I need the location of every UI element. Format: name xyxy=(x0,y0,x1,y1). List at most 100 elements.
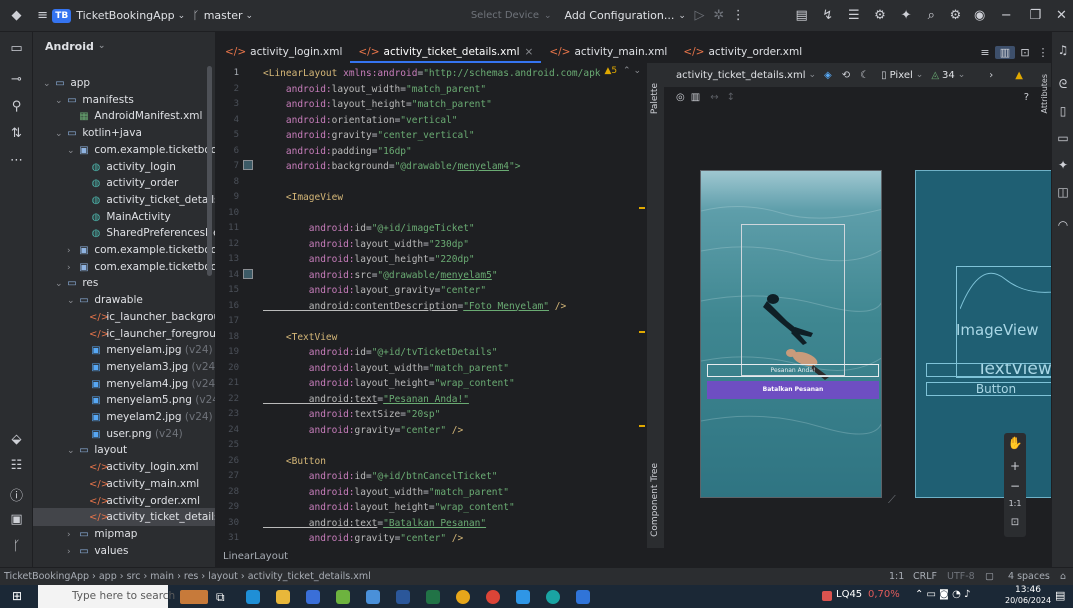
wifi-icon[interactable]: ◠ xyxy=(1052,218,1073,232)
lock-icon[interactable]: ⌂ xyxy=(1060,568,1066,585)
widgets-app-icon[interactable] xyxy=(246,589,260,604)
chevron-right-icon[interactable]: › xyxy=(67,543,77,561)
editor-breadcrumb[interactable]: LinearLayout xyxy=(217,548,657,566)
tree-item[interactable]: ◍ SharedPreferencesHelp xyxy=(33,224,215,242)
tree-item[interactable]: ▣ menyelam4.jpg (v24) xyxy=(33,375,215,393)
tree-item[interactable]: </> ic_launcher_foregroun xyxy=(33,325,215,343)
attributes-tab[interactable]: Attributes xyxy=(1040,74,1049,114)
running-devices-icon[interactable]: ▭ xyxy=(1052,131,1073,145)
line-separator[interactable]: CRLF xyxy=(913,568,937,585)
store-app-icon[interactable] xyxy=(306,589,320,604)
device-dropdown[interactable]: Pixel xyxy=(890,70,913,81)
breadcrumb-item[interactable]: app xyxy=(99,571,117,582)
tab-activity-order[interactable]: </> activity_order.xml xyxy=(675,42,810,63)
close-tab-icon[interactable]: × xyxy=(525,46,534,58)
api-level-dropdown[interactable]: 34 xyxy=(942,70,955,81)
tree-item[interactable]: ▦ AndroidManifest.xml xyxy=(33,107,215,125)
inspection-widget[interactable]: ▲5 ⌃ ⌄ xyxy=(605,66,642,76)
tree-item[interactable]: ⌄ ▭ manifests xyxy=(33,91,215,109)
code-editor[interactable]: 1 2 3 4 5 6 7 8 9 10 11 12 13 14 15 16 17 18 19 20 21 22 23 24 2… xyxy=(217,63,647,548)
gradle-icon[interactable]: ᘓ xyxy=(1052,77,1073,92)
assistant-icon[interactable]: ✦ xyxy=(893,8,919,23)
gemini-icon[interactable]: ✦ xyxy=(1052,158,1073,172)
tree-item[interactable]: › ▭ mipmap xyxy=(33,525,215,543)
android-logo-icon[interactable]: ◆ xyxy=(0,8,33,23)
project-name-dropdown[interactable]: TicketBookingApp xyxy=(76,9,174,22)
tree-item[interactable]: ◍ activity_ticket_details xyxy=(33,191,215,209)
tree-item[interactable]: </> activity_ticket_details.x xyxy=(33,508,215,527)
tree-item[interactable]: ⌄ ▭ drawable xyxy=(33,291,215,309)
tray-icons[interactable]: ⌃ ▭ ◙ ◔ ♪ xyxy=(915,589,970,600)
split-mode-icon[interactable]: ▥ xyxy=(995,46,1015,59)
tree-item[interactable]: ◍ MainActivity xyxy=(33,208,215,226)
blueprint-preview-screen[interactable]: ImageView TextView Button xyxy=(915,170,1051,498)
version-control-icon[interactable]: ᚴ xyxy=(0,539,33,554)
clock-date[interactable]: 20/06/2024 xyxy=(1005,596,1051,605)
blueprint-button[interactable]: Button xyxy=(926,382,1051,396)
tab-activity-login[interactable]: </> activity_login.xml xyxy=(217,42,350,63)
minimize-icon[interactable]: − xyxy=(992,8,1021,23)
android-studio-app-icon[interactable] xyxy=(336,589,350,604)
stock-ticker[interactable]: LQ45 xyxy=(836,589,862,600)
palette-tab[interactable]: Palette xyxy=(650,83,660,114)
view-options-icon[interactable]: ◎ xyxy=(676,92,685,103)
project-scrollbar[interactable] xyxy=(207,66,212,276)
more-icon[interactable]: ⋮ xyxy=(1035,46,1051,59)
more-icon[interactable]: ⋮ xyxy=(729,8,748,23)
clock-time[interactable]: 13:46 xyxy=(1015,585,1041,595)
chrome-app-icon[interactable] xyxy=(456,589,470,604)
build-variants-icon[interactable]: ⬙ xyxy=(0,432,33,447)
preview-cancel-button[interactable]: Batalkan Pesanan xyxy=(707,381,879,399)
warning-icon[interactable]: ▲ xyxy=(1015,70,1023,81)
tree-item[interactable]: ▣ user.png (v24) xyxy=(33,425,215,443)
project-view-selector[interactable]: Android ⌄ xyxy=(33,32,215,60)
editorconfig-icon[interactable]: ▢ xyxy=(985,568,994,585)
more-tools-icon[interactable]: ⋯ xyxy=(0,153,33,168)
windows-start-icon[interactable]: ⊞ xyxy=(12,590,24,602)
tree-item[interactable]: ⌄ ▭ app xyxy=(33,74,215,92)
task-view-icon[interactable]: ⧉ xyxy=(216,590,230,604)
studio-app-icon[interactable] xyxy=(576,589,590,604)
tree-item[interactable]: ⌄▣ com.example.ticketbookin xyxy=(33,141,215,159)
account-icon[interactable]: ◉ xyxy=(968,8,992,23)
device-manager-icon[interactable]: ▤ xyxy=(789,8,815,23)
night-mode-icon[interactable]: ☾ xyxy=(860,70,869,81)
tree-item[interactable]: ⌄ ▭ kotlin+java xyxy=(33,124,215,142)
pull-requests-icon[interactable]: ⇅ xyxy=(0,126,33,141)
layout-preview-screen[interactable]: Pesanan Anda! Batalkan Pesanan xyxy=(700,170,882,498)
indent-setting[interactable]: 4 spaces xyxy=(1008,568,1050,585)
view-options-icon[interactable]: ≡ xyxy=(975,46,995,59)
project-view-icon[interactable]: ▭ xyxy=(0,41,33,56)
notification-center-icon[interactable]: ▤ xyxy=(1055,589,1065,602)
tree-item[interactable]: ⌄ ▭ res xyxy=(33,274,215,292)
terminal-icon[interactable]: ▣ xyxy=(0,512,33,527)
orientation-icon[interactable]: ⟲ xyxy=(842,70,850,81)
sync-icon[interactable]: ↯ xyxy=(815,8,841,23)
file-explorer-icon[interactable] xyxy=(276,589,290,604)
tree-item[interactable]: </> activity_order.xml xyxy=(33,492,215,510)
tree-item[interactable]: ◍ activity_order xyxy=(33,174,215,192)
component-tree-tab[interactable]: Component Tree xyxy=(650,463,660,537)
tree-item[interactable]: ▣ menyelam5.png (v24) xyxy=(33,391,215,409)
tree-item[interactable]: </> activity_main.xml xyxy=(33,475,215,493)
notifications-icon[interactable]: ♫ xyxy=(1052,43,1073,57)
run-icon[interactable]: ▷ xyxy=(690,8,709,23)
design-surface-icon[interactable]: ◈ xyxy=(824,70,832,81)
design-mode-icon[interactable]: ⊡ xyxy=(1015,46,1035,59)
search-icon[interactable]: ⌕ xyxy=(919,8,943,23)
chevron-right-icon[interactable]: › xyxy=(989,70,993,81)
blueprint-textview[interactable]: TextView xyxy=(926,363,1051,377)
hamburger-menu-icon[interactable]: ≡ xyxy=(33,8,52,23)
breadcrumb-item[interactable]: activity_ticket_details.xml xyxy=(248,571,371,582)
close-icon[interactable]: ✕ xyxy=(1050,8,1073,23)
excel-app-icon[interactable] xyxy=(426,589,440,604)
run-config-dropdown[interactable]: Add Configuration... xyxy=(564,9,674,22)
problems-icon[interactable]: ⓘ xyxy=(0,485,33,504)
zoom-fit-icon[interactable]: ⊡ xyxy=(1004,517,1026,528)
word-app-icon[interactable] xyxy=(396,589,410,604)
breadcrumb-item[interactable]: main xyxy=(150,571,174,582)
branch-dropdown[interactable]: master xyxy=(204,9,243,22)
image-preview-gutter-icon[interactable] xyxy=(243,160,253,170)
resize-handle-icon[interactable]: ⟋ xyxy=(888,493,896,507)
chrome-canary-app-icon[interactable] xyxy=(486,589,500,604)
